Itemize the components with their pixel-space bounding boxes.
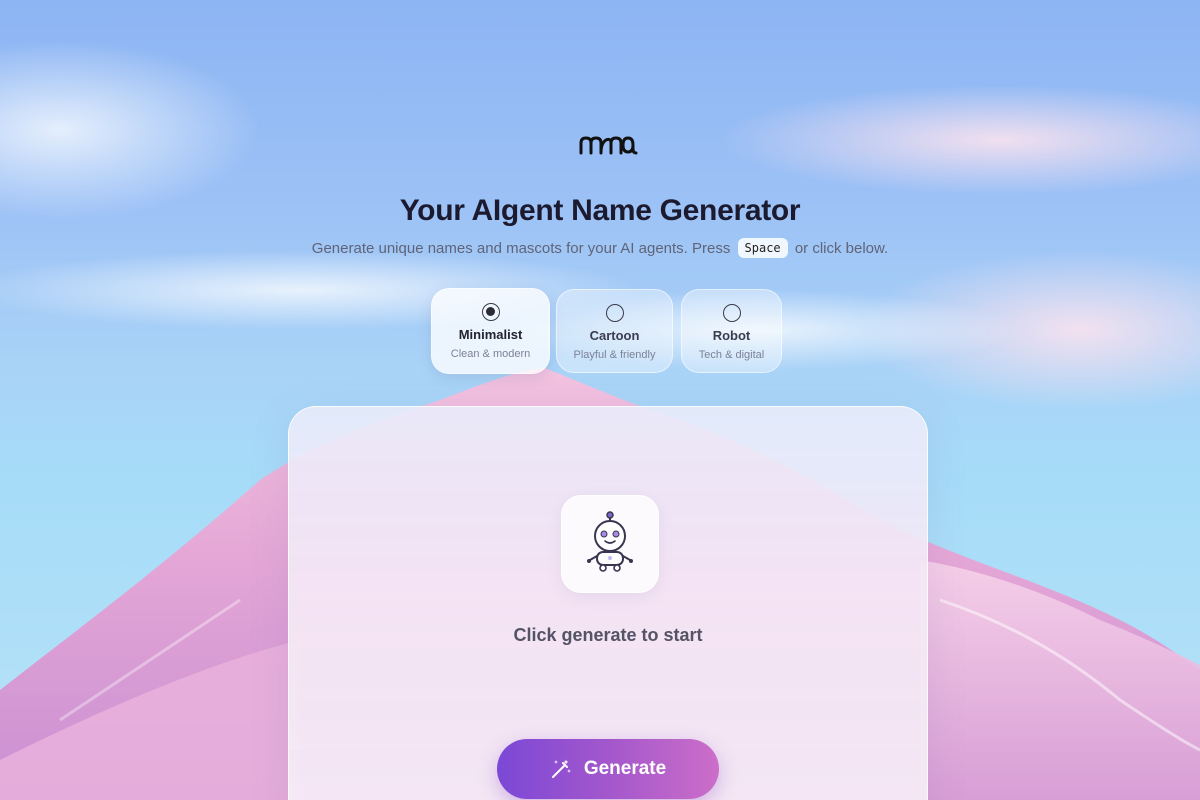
magic-wand-icon xyxy=(551,759,571,778)
robot-mascot-icon xyxy=(587,511,633,572)
mascot-preview xyxy=(561,495,659,593)
radio-selected-icon[interactable] xyxy=(481,303,500,321)
space-key-hint: Space xyxy=(737,238,788,258)
radio-unselected-icon[interactable] xyxy=(605,304,624,322)
app-root: Your AIgent Name Generator Generate uniq… xyxy=(0,0,1200,800)
style-option-name: Cartoon xyxy=(589,328,640,343)
style-option-name: Minimalist xyxy=(458,327,523,342)
generate-button-label: Generate xyxy=(583,758,667,779)
style-option-cartoon[interactable]: Cartoon Playful & friendly xyxy=(556,289,673,373)
page-subtitle: Generate unique names and mascots for yo… xyxy=(0,238,1200,258)
style-option-robot[interactable]: Robot Tech & digital xyxy=(681,289,782,373)
result-panel: Click generate to start Generate xyxy=(288,406,928,800)
generate-button[interactable]: Generate xyxy=(497,739,719,799)
subtitle-text-end: or click below. xyxy=(794,240,889,257)
style-selector: Minimalist Clean & modern Cartoon Playfu… xyxy=(0,288,1200,379)
style-option-name: Robot xyxy=(712,328,751,343)
style-option-description: Tech & digital xyxy=(698,349,765,361)
subtitle-text: Generate unique names and mascots for yo… xyxy=(311,240,731,257)
style-option-description: Clean & modern xyxy=(450,348,531,360)
page-title: Your AIgent Name Generator xyxy=(399,194,801,227)
style-option-minimalist[interactable]: Minimalist Clean & modern xyxy=(431,288,550,374)
style-option-description: Playful & friendly xyxy=(573,349,656,361)
radio-unselected-icon[interactable] xyxy=(722,304,741,322)
result-placeholder: Click generate to start xyxy=(513,625,703,645)
nma-logo xyxy=(579,136,638,155)
